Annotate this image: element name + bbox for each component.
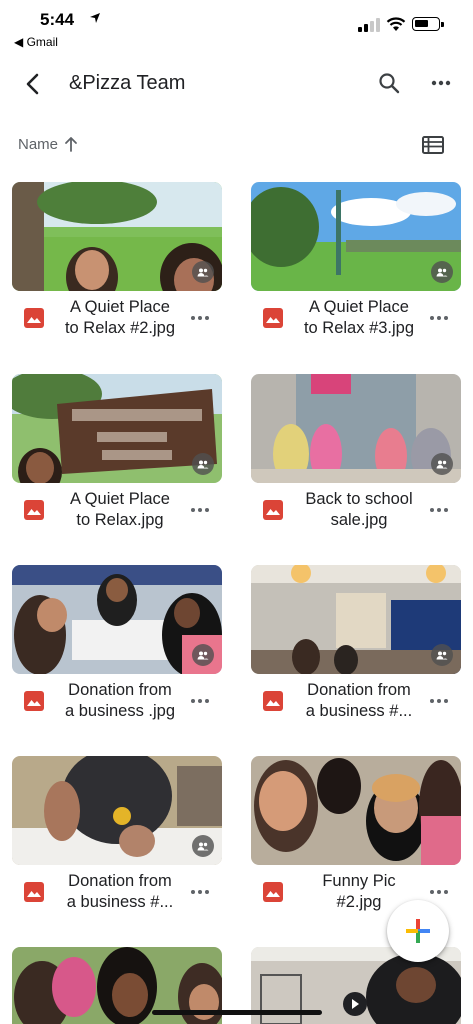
back-to-app-link[interactable]: ◀ Gmail xyxy=(14,35,58,49)
file-more-button[interactable] xyxy=(186,884,214,900)
battery-icon xyxy=(412,17,444,31)
image-file-icon xyxy=(263,691,283,711)
search-icon xyxy=(379,73,400,94)
sort-by-name-button[interactable]: Name xyxy=(18,136,58,153)
file-thumbnail[interactable] xyxy=(12,374,222,483)
image-file-icon xyxy=(263,882,283,902)
file-more-button[interactable] xyxy=(425,693,453,709)
file-thumbnail[interactable] xyxy=(12,756,222,865)
image-file-icon xyxy=(24,500,44,520)
shared-people-icon xyxy=(192,644,214,666)
file-name: Donation from a business #... xyxy=(305,681,413,720)
shared-people-icon xyxy=(431,261,453,283)
file-name: A Quiet Place to Relax #3.jpg xyxy=(303,298,415,337)
shared-people-icon xyxy=(192,261,214,283)
image-file-icon xyxy=(24,308,44,328)
search-button[interactable] xyxy=(372,66,406,100)
arrow-up-icon[interactable] xyxy=(63,135,79,153)
file-card[interactable]: Donation from a business #... xyxy=(12,756,222,926)
file-thumbnail[interactable] xyxy=(251,182,461,291)
image-file-icon xyxy=(263,500,283,520)
home-indicator[interactable] xyxy=(152,1010,322,1015)
image-file-icon xyxy=(263,308,283,328)
file-thumbnail[interactable] xyxy=(251,565,461,674)
status-time: 5:44 xyxy=(40,10,75,29)
toggle-view-button[interactable] xyxy=(418,132,448,158)
file-card[interactable]: Donation from a business .jpg xyxy=(12,565,222,735)
file-card[interactable]: A Quiet Place to Relax #2.jpg xyxy=(12,182,222,352)
file-more-button[interactable] xyxy=(425,884,453,900)
file-name: A Quiet Place to Relax.jpg xyxy=(70,490,170,529)
file-card[interactable]: A Quiet Place to Relax.jpg xyxy=(12,374,222,544)
file-card[interactable]: Funny Pic #2.jpg xyxy=(251,756,461,926)
shared-people-icon xyxy=(431,644,453,666)
file-more-button[interactable] xyxy=(186,693,214,709)
app-bar: &Pizza Team xyxy=(0,58,473,108)
file-more-button[interactable] xyxy=(186,310,214,326)
more-horizontal-icon xyxy=(431,80,451,86)
file-thumbnail[interactable] xyxy=(251,756,461,865)
status-bar: 5:44 ◀ Gmail xyxy=(0,0,473,52)
file-more-button[interactable] xyxy=(425,310,453,326)
folder-title: &Pizza Team xyxy=(69,72,186,94)
file-name: Donation from a business #... xyxy=(66,872,174,911)
shared-people-icon xyxy=(431,453,453,475)
file-thumbnail[interactable] xyxy=(12,182,222,291)
file-card[interactable]: Donation from a business #... xyxy=(251,565,461,735)
file-thumbnail[interactable] xyxy=(12,565,222,674)
plus-icon xyxy=(406,919,430,943)
shared-people-icon xyxy=(192,453,214,475)
file-more-button[interactable] xyxy=(425,502,453,518)
arrow-back-icon xyxy=(26,73,39,95)
shared-people-icon xyxy=(192,835,214,857)
file-card[interactable]: A Quiet Place to Relax #3.jpg xyxy=(251,182,461,352)
file-thumbnail[interactable] xyxy=(251,374,461,483)
file-card[interactable]: Back to school sale.jpg xyxy=(251,374,461,544)
file-name: Donation from a business .jpg xyxy=(64,681,176,720)
location-arrow-icon xyxy=(90,13,100,23)
image-file-icon xyxy=(24,691,44,711)
sort-bar: Name xyxy=(0,128,473,160)
more-options-button[interactable] xyxy=(424,66,458,100)
wifi-icon xyxy=(386,17,406,31)
file-name: A Quiet Place to Relax #2.jpg xyxy=(64,298,176,337)
play-video-icon xyxy=(343,992,367,1016)
image-file-icon xyxy=(24,882,44,902)
list-view-icon xyxy=(422,136,444,154)
file-more-button[interactable] xyxy=(186,502,214,518)
file-name: Back to school sale.jpg xyxy=(305,490,413,529)
back-button[interactable] xyxy=(14,66,50,102)
cellular-signal-icon xyxy=(358,18,380,32)
new-item-fab[interactable] xyxy=(387,900,449,962)
